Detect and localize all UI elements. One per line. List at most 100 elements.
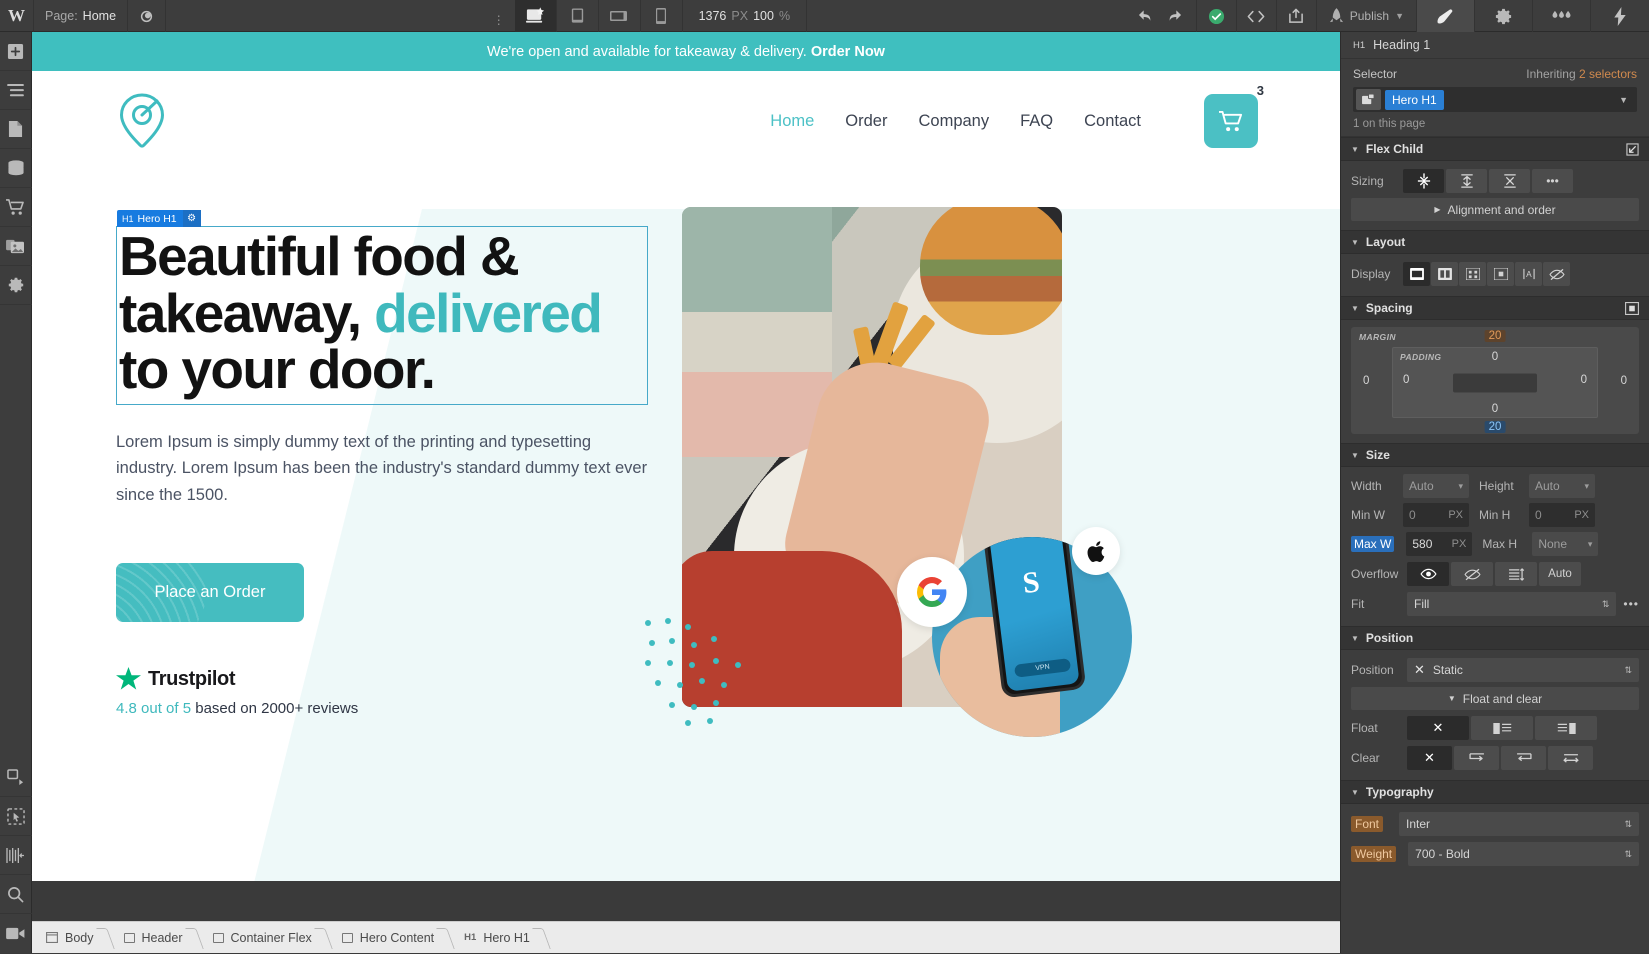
undo-redo-group[interactable] (1124, 0, 1197, 32)
viewport-tablet-button[interactable] (557, 0, 599, 32)
display-flex-button[interactable] (1431, 262, 1458, 286)
save-status-check-icon[interactable] (1197, 0, 1237, 32)
cms-collections-icon[interactable] (0, 149, 32, 188)
components-icon[interactable] (0, 758, 32, 797)
clear-right-button[interactable] (1501, 746, 1546, 770)
height-input[interactable]: Auto ▾ (1529, 474, 1595, 498)
display-inline-button[interactable]: A (1515, 262, 1542, 286)
design-canvas[interactable]: We're open and available for takeaway & … (32, 32, 1340, 881)
breadcrumb-item-header[interactable]: Header (110, 922, 199, 954)
min-height-input[interactable]: 0 PX (1529, 503, 1595, 527)
viewport-mobile-landscape-button[interactable] (599, 0, 641, 32)
nav-link-company[interactable]: Company (918, 112, 989, 131)
viewport-desktop-button[interactable] (515, 0, 557, 32)
hero-heading[interactable]: Beautiful food & takeaway, delivered to … (116, 226, 648, 405)
more-options-icon[interactable]: ... (483, 0, 515, 32)
overflow-scroll-button[interactable] (1495, 562, 1537, 586)
close-icon[interactable]: ✕ (1414, 662, 1425, 678)
display-inline-block-button[interactable] (1487, 262, 1514, 286)
selector-input[interactable]: Hero H1 ▼ (1353, 87, 1637, 112)
google-badge[interactable] (897, 557, 967, 627)
section-header-layout[interactable]: ▼ Layout (1341, 230, 1649, 254)
section-header-typography[interactable]: ▼ Typography (1341, 780, 1649, 804)
canvas-size-zoom[interactable]: 1376 PX 100 % (683, 0, 807, 32)
brand-logo-icon[interactable] (116, 92, 168, 150)
chevron-down-icon[interactable]: ▼ (1619, 95, 1628, 105)
tab-interactions-panel[interactable] (1533, 0, 1591, 32)
float-right-button[interactable] (1535, 716, 1597, 740)
flex-child-reset-icon[interactable] (1626, 143, 1639, 156)
clear-both-button[interactable] (1548, 746, 1593, 770)
display-none-button[interactable] (1543, 262, 1570, 286)
tab-style-panel[interactable] (1417, 0, 1475, 32)
sizing-shrink-button[interactable] (1403, 169, 1444, 193)
nav-link-home[interactable]: Home (770, 112, 814, 131)
clear-none-button[interactable]: ✕ (1407, 746, 1452, 770)
publish-button[interactable]: Publish ▼ (1317, 0, 1417, 32)
font-select[interactable]: Inter ⇅ (1399, 812, 1639, 836)
announcement-bar[interactable]: We're open and available for takeaway & … (32, 32, 1340, 71)
position-select[interactable]: ✕ Static ⇅ (1407, 658, 1639, 682)
breadcrumb-item-hero-h1[interactable]: h1 Hero H1 (450, 922, 546, 954)
sizing-more-button[interactable]: ••• (1532, 169, 1573, 193)
nav-link-order[interactable]: Order (845, 112, 887, 131)
clear-left-button[interactable] (1454, 746, 1499, 770)
max-width-input[interactable]: 580 PX (1406, 532, 1472, 556)
padding-bottom-value[interactable]: 0 (1492, 403, 1498, 415)
share-icon[interactable] (1277, 0, 1317, 32)
width-input[interactable]: Auto ▾ (1403, 474, 1469, 498)
place-order-button[interactable]: Place an Order (116, 563, 304, 622)
max-height-input[interactable]: None ▾ (1532, 532, 1598, 556)
margin-top-value[interactable]: 20 (1485, 330, 1506, 342)
float-and-clear-toggle[interactable]: ▼ Float and clear (1351, 687, 1639, 710)
viewport-mobile-portrait-button[interactable] (641, 0, 683, 32)
hero-paragraph[interactable]: Lorem Ipsum is simply dummy text of the … (116, 429, 652, 508)
selector-scope-icon[interactable] (1356, 89, 1381, 110)
assets-icon[interactable] (0, 227, 32, 266)
nav-link-faq[interactable]: FAQ (1020, 112, 1053, 131)
code-export-icon[interactable] (1237, 0, 1277, 32)
min-width-input[interactable]: 0 PX (1403, 503, 1469, 527)
section-header-size[interactable]: ▼ Size (1341, 443, 1649, 467)
tab-effects-panel[interactable] (1591, 0, 1649, 32)
tab-settings-panel[interactable] (1475, 0, 1533, 32)
page-selector[interactable]: Page: Home (34, 0, 128, 32)
badge-gear-icon[interactable]: ⚙ (183, 210, 201, 227)
search-icon[interactable] (0, 875, 32, 914)
navigator-icon[interactable] (0, 71, 32, 110)
announcement-cta-link[interactable]: Order Now (811, 44, 885, 60)
overflow-auto-button[interactable]: Auto (1539, 562, 1581, 586)
padding-widget[interactable]: PADDING 0 0 0 0 (1392, 347, 1598, 418)
webflow-logo-icon[interactable]: W (0, 0, 34, 32)
section-header-spacing[interactable]: ▼ Spacing (1341, 296, 1649, 320)
weight-label[interactable]: Weight (1351, 846, 1396, 862)
nav-link-contact[interactable]: Contact (1084, 112, 1141, 131)
spacing-widget[interactable]: MARGIN 20 20 0 0 PADDING 0 0 0 0 (1351, 327, 1639, 434)
add-elements-icon[interactable] (0, 32, 32, 71)
display-grid-button[interactable] (1459, 262, 1486, 286)
spacing-lock-icon[interactable] (1625, 302, 1639, 315)
spacing-guides-icon[interactable] (0, 836, 32, 875)
padding-right-value[interactable]: 0 (1581, 374, 1587, 386)
section-header-position[interactable]: ▼ Position (1341, 626, 1649, 650)
overflow-hidden-button[interactable] (1451, 562, 1493, 586)
breadcrumb-item-body[interactable]: Body (32, 922, 110, 954)
max-width-label[interactable]: Max W (1351, 536, 1394, 552)
margin-left-value[interactable]: 0 (1363, 375, 1369, 387)
padding-top-value[interactable]: 0 (1492, 351, 1498, 363)
margin-bottom-value[interactable]: 20 (1485, 421, 1506, 433)
overflow-visible-button[interactable] (1407, 562, 1449, 586)
sizing-none-button[interactable] (1489, 169, 1530, 193)
apple-badge[interactable] (1072, 527, 1120, 575)
font-label[interactable]: Font (1351, 816, 1383, 832)
fit-more-options-icon[interactable]: ••• (1623, 597, 1639, 611)
alignment-and-order-button[interactable]: ▶ Alignment and order (1351, 198, 1639, 221)
breadcrumb-item-container-flex[interactable]: Container Flex (199, 922, 328, 954)
preview-eye-icon[interactable] (128, 0, 166, 32)
display-block-button[interactable] (1403, 262, 1430, 286)
weight-select[interactable]: 700 - Bold ⇅ (1408, 842, 1639, 866)
padding-left-value[interactable]: 0 (1403, 374, 1409, 386)
project-settings-gear-icon[interactable] (0, 266, 32, 305)
breadcrumb-item-hero-content[interactable]: Hero Content (328, 922, 450, 954)
cart-button[interactable]: 3 (1204, 94, 1258, 148)
